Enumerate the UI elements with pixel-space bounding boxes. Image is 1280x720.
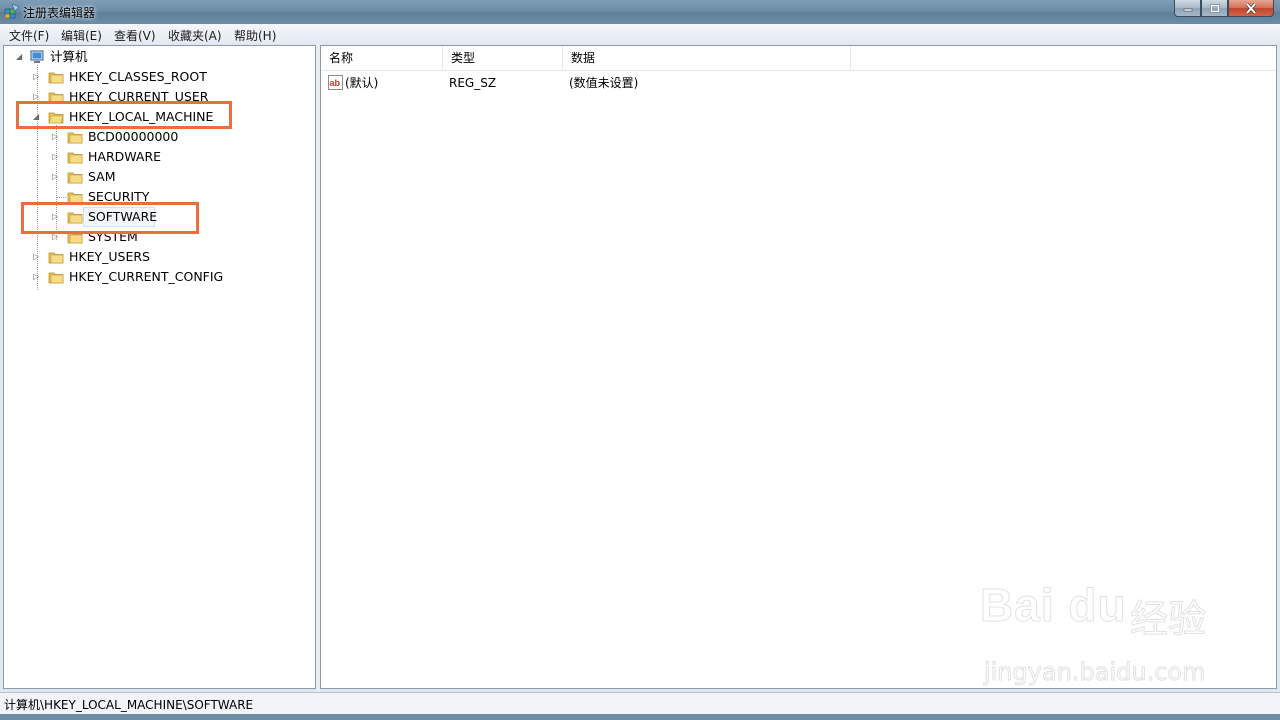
folder-icon <box>48 72 64 84</box>
window-bottom-border <box>0 714 1280 720</box>
column-header-data[interactable]: 数据 <box>563 46 851 70</box>
tree-item-label: HKEY_CURRENT_CONFIG <box>69 269 224 284</box>
menu-bar: 文件(F) 编辑(E) 查看(V) 收藏夹(A) 帮助(H) <box>0 24 1280 45</box>
expand-arrow-icon[interactable]: ▷ <box>52 233 60 241</box>
baidu-watermark: Bai du 经验 jingyan.baidu.com <box>980 578 1220 690</box>
value-type: REG_SZ <box>449 76 497 90</box>
tree-item-hkey-users[interactable]: ▷ HKEY_USERS <box>32 248 232 266</box>
svg-text:ab: ab <box>330 78 341 88</box>
close-button[interactable] <box>1228 0 1274 17</box>
close-icon <box>1245 2 1257 14</box>
value-data: (数值未设置) <box>569 76 639 90</box>
tree-item-label: HKEY_CLASSES_ROOT <box>69 69 207 84</box>
menu-view[interactable]: 查看(V) <box>114 27 156 44</box>
computer-icon <box>30 50 44 63</box>
column-header-type[interactable]: 类型 <box>443 46 563 70</box>
tree-item-hkey-current-config[interactable]: ▷ HKEY_CURRENT_CONFIG <box>32 268 252 286</box>
annotation-highlight-hklm <box>16 101 232 129</box>
tree-item-label: 计算机 <box>50 49 88 64</box>
expand-arrow-icon[interactable]: ▷ <box>33 253 41 261</box>
collapse-arrow-icon[interactable]: ◢ <box>16 53 24 61</box>
expand-arrow-icon[interactable]: ▷ <box>33 73 41 81</box>
window-title: 注册表编辑器 <box>23 6 96 20</box>
expand-arrow-icon[interactable]: ▷ <box>33 273 41 281</box>
watermark-text: 经验 <box>1129 597 1207 642</box>
folder-icon <box>48 272 64 284</box>
column-header-name[interactable]: 名称 <box>321 46 443 70</box>
annotation-highlight-software <box>21 202 199 234</box>
string-value-icon: ab <box>328 75 343 90</box>
value-name[interactable]: (默认) <box>345 75 378 91</box>
menu-file[interactable]: 文件(F) <box>9 27 49 44</box>
status-path: 计算机\HKEY_LOCAL_MACHINE\SOFTWARE <box>4 698 254 712</box>
tree-item-label: SAM <box>88 169 116 184</box>
expand-arrow-icon[interactable]: ▷ <box>52 153 60 161</box>
watermark-logo: Bai du <box>980 579 1127 632</box>
tree-root-computer[interactable]: ◢ 计算机 <box>13 48 133 66</box>
registry-editor-icon <box>4 3 20 19</box>
menu-help[interactable]: 帮助(H) <box>234 27 276 44</box>
tree-item-sam[interactable]: ▷ SAM <box>51 168 251 186</box>
list-header: 名称 类型 数据 <box>321 46 1276 71</box>
tree-item-label: HKEY_USERS <box>69 249 150 264</box>
tree-item-label: BCD00000000 <box>88 129 179 144</box>
folder-icon <box>67 152 83 164</box>
tree-item-hkey-classes-root[interactable]: ▷ HKEY_CLASSES_ROOT <box>32 68 232 86</box>
expand-arrow-icon[interactable]: ▷ <box>52 133 60 141</box>
folder-icon <box>48 252 64 264</box>
maximize-icon <box>1209 3 1220 13</box>
expand-arrow-icon[interactable]: ▷ <box>52 173 60 181</box>
title-bar[interactable]: 注册表编辑器 <box>0 0 1280 24</box>
tree-item-bcd00000000[interactable]: ▷ BCD00000000 <box>51 128 251 146</box>
menu-edit[interactable]: 编辑(E) <box>61 27 102 44</box>
tree-item-hardware[interactable]: ▷ HARDWARE <box>51 148 251 166</box>
minimize-button[interactable] <box>1174 0 1201 17</box>
folder-icon <box>67 172 83 184</box>
maximize-button[interactable] <box>1201 0 1228 17</box>
menu-favorites[interactable]: 收藏夹(A) <box>168 27 222 44</box>
status-bar: 计算机\HKEY_LOCAL_MACHINE\SOFTWARE <box>0 692 1280 715</box>
minimize-icon <box>1183 8 1192 12</box>
tree-item-label: HARDWARE <box>88 149 162 164</box>
registry-tree[interactable]: ◢ 计算机 ▷ HKEY_CLASSES_ROOT ▷ HKEY_CURRENT… <box>3 45 316 689</box>
folder-icon <box>67 132 83 144</box>
expand-arrow-icon[interactable]: ▷ <box>33 93 41 101</box>
watermark-url: jingyan.baidu.com <box>983 658 1206 687</box>
